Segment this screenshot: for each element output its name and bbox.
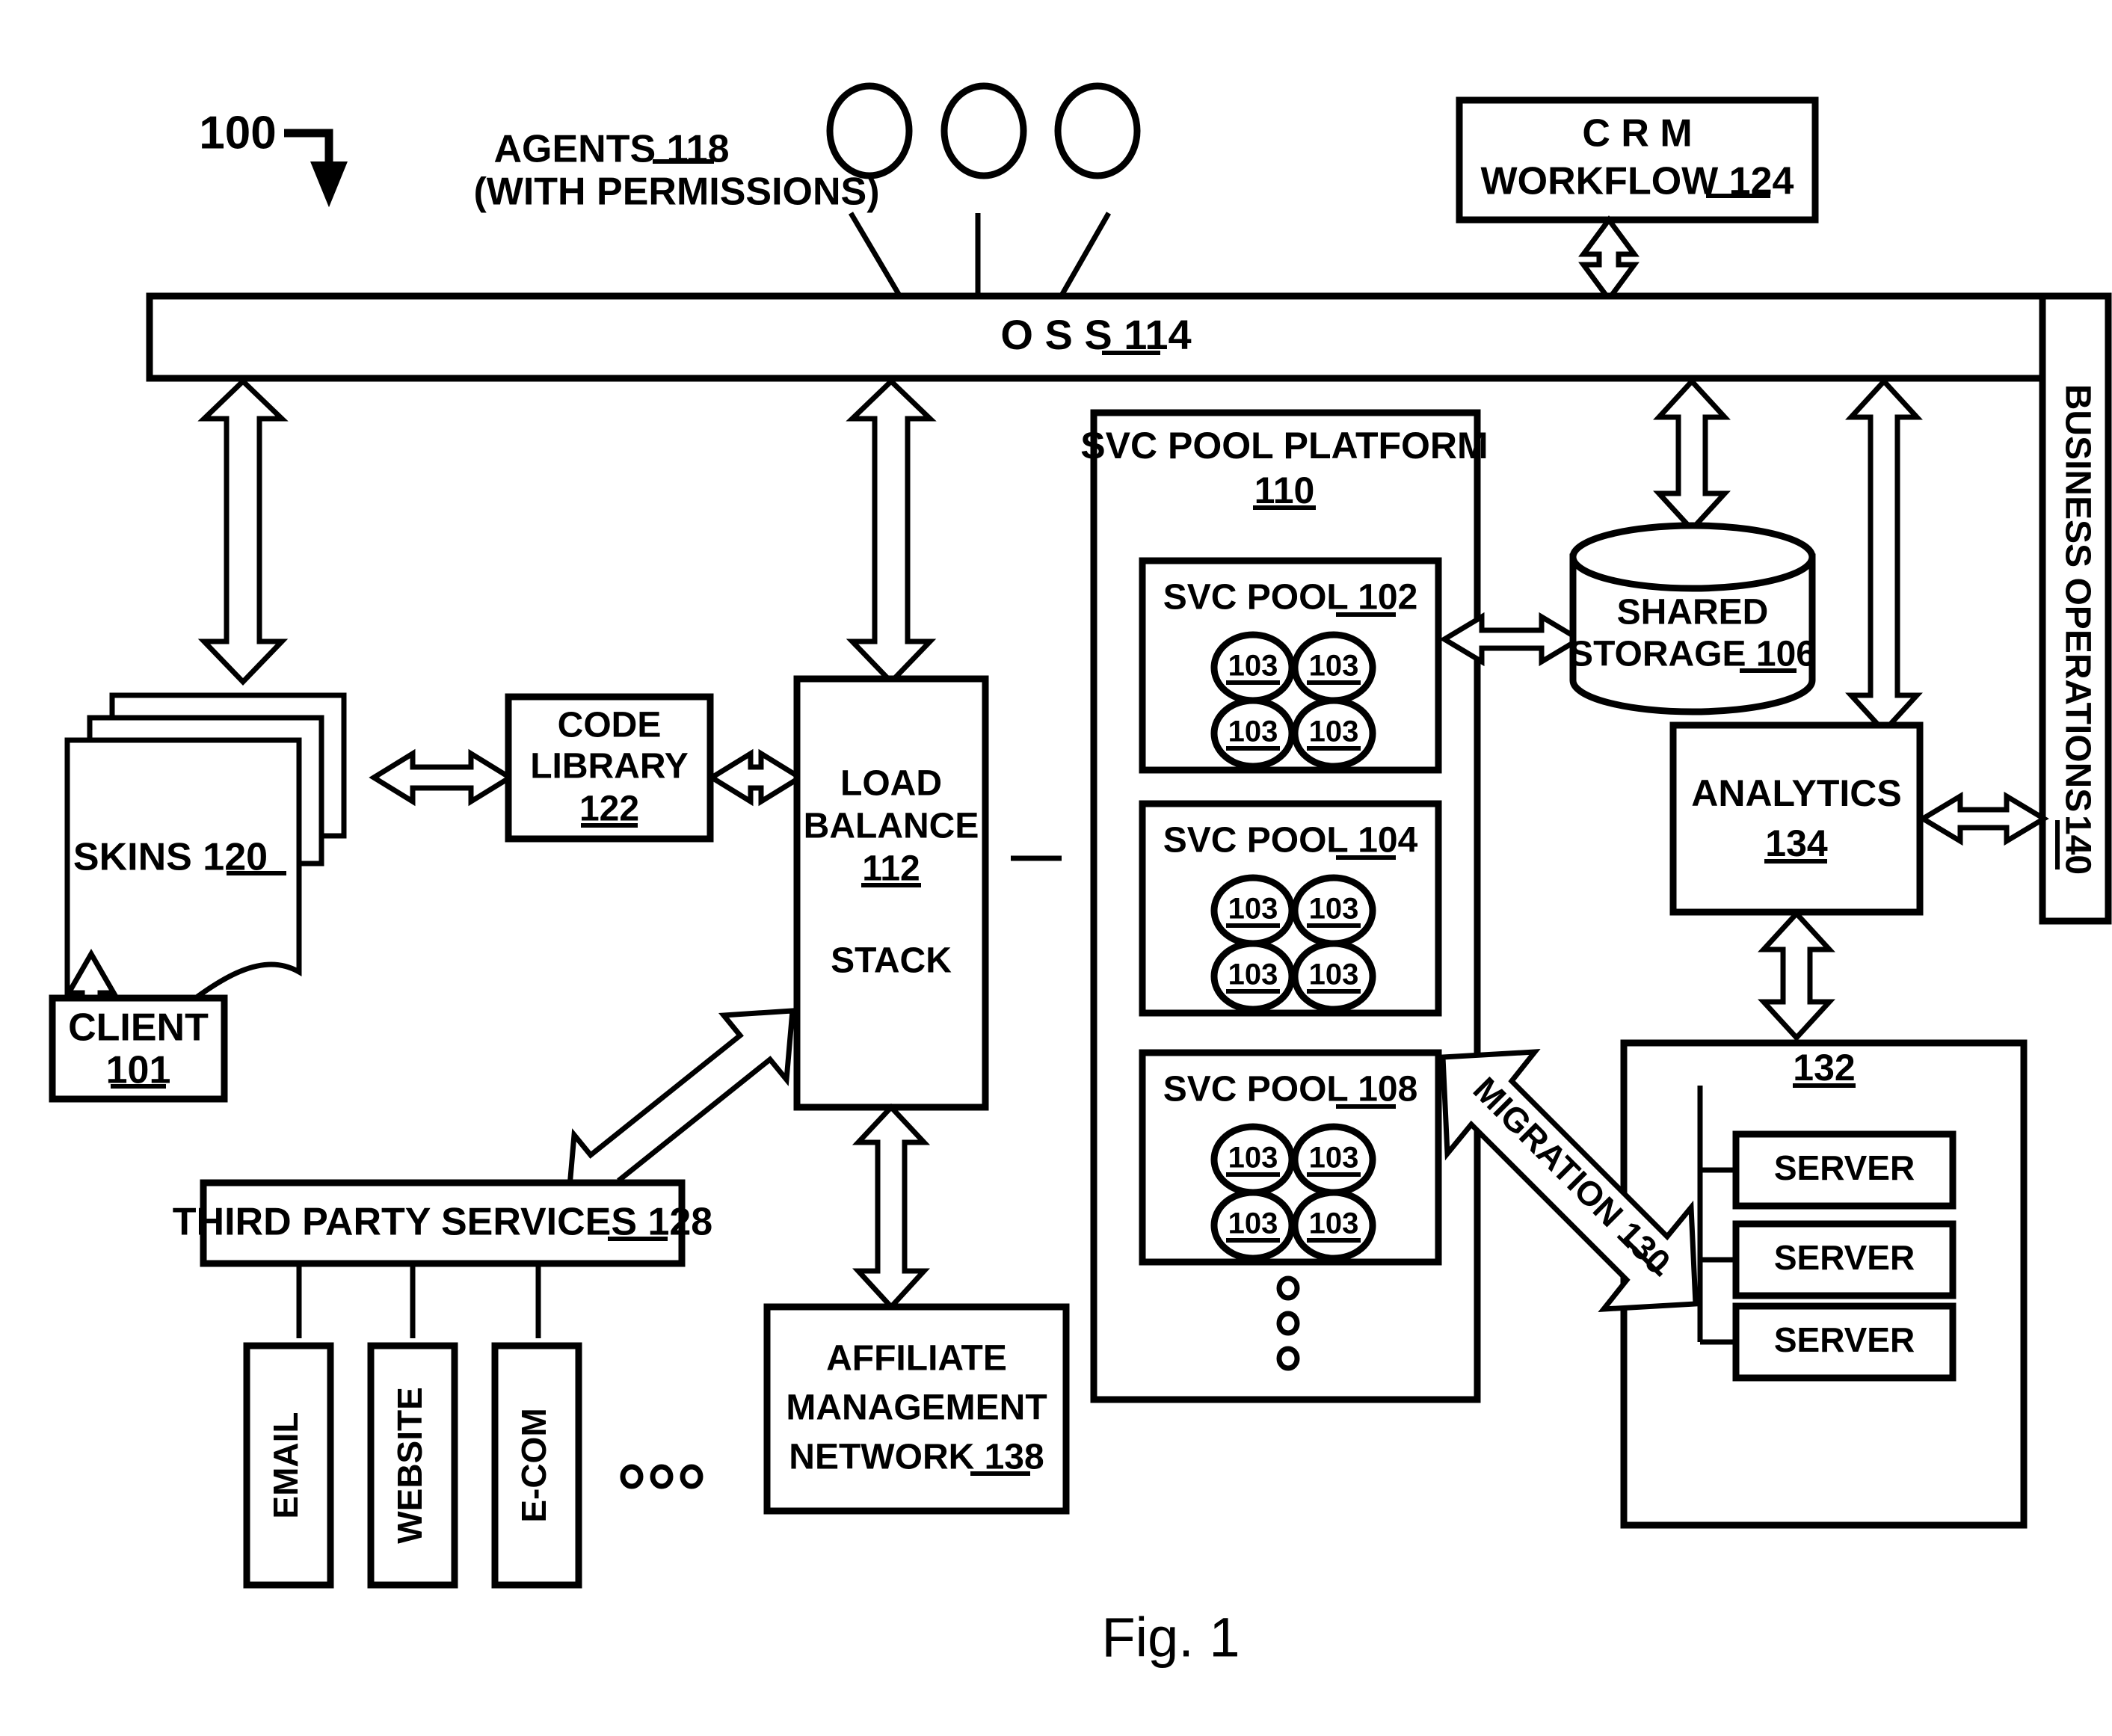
agent-connector (1059, 212, 1112, 297)
svc-pool-platform-line1: SVC POOL PLATFORM (1080, 425, 1488, 467)
server-label: SERVER (1774, 1320, 1915, 1359)
code-library-line1: CODE (558, 706, 662, 745)
server-group-ref: 132 (1793, 1047, 1855, 1089)
shared-storage-cylinder[interactable]: SHARED STORAGE 106 (1569, 522, 1816, 715)
svc-pool-102[interactable]: SVC POOL 102 103 103 103 103 (1139, 557, 1442, 774)
system-ref-label: 100 (199, 107, 276, 158)
svc-pool-108-label: SVC POOL 108 (1163, 1070, 1418, 1109)
codelibrary-loadbalance-arrow (706, 748, 805, 807)
agents-label-group: AGENTS 118 (WITH PERMISSIONS) (473, 128, 879, 214)
analytics-rect[interactable] (1669, 721, 1924, 916)
client-box[interactable]: CLIENT 101 (49, 994, 228, 1103)
skins-codelibrary-arrow (369, 748, 515, 807)
service-ecom-label: E-COM (514, 1408, 553, 1522)
service-email-box[interactable]: EMAIL (243, 1342, 334, 1589)
oss-analytics-arrow (1845, 377, 1923, 736)
service-email-label: EMAIL (266, 1412, 305, 1518)
oss-loadbalance-arrow (846, 378, 937, 686)
load-balance-line1: LOAD (840, 764, 942, 804)
svc-node-label: 103 (1309, 1142, 1359, 1175)
third-party-connectors (296, 1263, 541, 1338)
svc-node-label: 103 (1309, 715, 1359, 748)
oss-label: O S S 114 (1000, 311, 1191, 358)
oss-bar[interactable]: O S S 114 (146, 292, 2046, 382)
svc-pool-102-label: SVC POOL 102 (1163, 578, 1418, 618)
code-library-box[interactable]: CODE LIBRARY 122 (505, 693, 714, 843)
affiliate-line3: NETWORK 138 (789, 1438, 1044, 1477)
svc-node-label: 103 (1228, 893, 1278, 926)
analytics-ref: 134 (1765, 822, 1828, 864)
figure-canvas: 100 AGENTS 118 (WITH PERMISSIONS) C R M … (0, 0, 2112, 1736)
svc-pool-ellipsis (1276, 1275, 1300, 1371)
agent-icon[interactable] (826, 82, 913, 179)
shared-storage-line1: SHARED (1617, 593, 1769, 632)
agent-icon[interactable] (1054, 82, 1141, 179)
crm-oss-arrow (1578, 215, 1640, 304)
svc-pool-104[interactable]: SVC POOL 104 103 103 103 103 (1139, 800, 1442, 1017)
load-balance-line4: STACK (831, 941, 952, 981)
third-party-services-box[interactable]: THIRD PARTY SERVICES 128 (173, 1179, 712, 1267)
agents-label-line1: AGENTS 118 (493, 128, 729, 171)
shared-storage-line2: STORAGE 106 (1569, 635, 1816, 674)
load-balance-ref: 112 (862, 849, 920, 889)
business-operations-label: BUSINESS OPERATIONS (2057, 384, 2097, 813)
loadbalance-affiliate-arrow (852, 1103, 931, 1311)
svc-pool-platform-ref: 110 (1254, 470, 1315, 511)
analytics-servergroup-arrow (1758, 909, 1835, 1042)
analytics-line1: ANALYTICS (1691, 772, 1902, 814)
crm-workflow-box[interactable]: C R M WORKFLOW 124 (1456, 96, 1819, 224)
thirdparty-loadbalance-arrow (565, 1008, 795, 1207)
business-operations-box[interactable]: BUSINESS OPERATIONS 140 (2039, 292, 2112, 925)
affiliate-line1: AFFILIATE (826, 1339, 1007, 1379)
client-label: CLIENT (68, 1006, 209, 1050)
affiliate-line2: MANAGEMENT (786, 1388, 1047, 1428)
shared-storage-top (1569, 522, 1816, 592)
third-party-ellipsis (620, 1464, 704, 1489)
system-diagram: 100 AGENTS 118 (WITH PERMISSIONS) C R M … (49, 82, 2112, 1669)
svc-node-label: 103 (1228, 715, 1278, 748)
svc-node-label: 103 (1309, 893, 1359, 926)
agent-icon[interactable] (940, 82, 1027, 179)
service-website-box[interactable]: WEBSITE (367, 1342, 458, 1589)
svc-pool-104-label: SVC POOL 104 (1163, 821, 1418, 861)
affiliate-network-box[interactable]: AFFILIATE MANAGEMENT NETWORK 138 (763, 1303, 1070, 1515)
service-ecom-box[interactable]: E-COM (491, 1342, 582, 1589)
figure-caption: Fig. 1 (1101, 1607, 1240, 1669)
svc-node-label: 103 (1228, 1142, 1278, 1175)
business-operations-ref: 140 (2057, 815, 2097, 875)
analytics-businessops-arrow (1918, 791, 2049, 846)
svc-node-label: 103 (1309, 650, 1359, 683)
server-label: SERVER (1774, 1238, 1915, 1277)
svc-node-label: 103 (1309, 958, 1359, 991)
oss-skins-arrow (197, 378, 289, 686)
server-label: SERVER (1774, 1148, 1915, 1187)
code-library-line2: LIBRARY (530, 747, 689, 787)
service-website-label: WEBSITE (390, 1387, 429, 1544)
load-balance-box[interactable]: LOAD BALANCE 112 STACK (793, 675, 1062, 1111)
svc-pool-108[interactable]: SVC POOL 108 103 103 103 103 (1139, 1049, 1442, 1266)
system-ref-leader: 100 (199, 107, 348, 208)
code-library-ref: 122 (579, 789, 639, 829)
oss-storage-arrow (1653, 377, 1731, 534)
load-balance-rect[interactable] (793, 675, 989, 1111)
analytics-box[interactable]: ANALYTICS 134 (1669, 721, 1924, 916)
svc-node-label: 103 (1228, 1207, 1278, 1240)
svc-node-label: 103 (1228, 650, 1278, 683)
agent-connector (848, 212, 902, 297)
agents-label-line2: (WITH PERMISSIONS) (473, 170, 879, 214)
svc-node-label: 103 (1309, 1207, 1359, 1240)
load-balance-line2: BALANCE (804, 807, 979, 846)
crm-workflow-line1: C R M (1582, 112, 1692, 156)
svc-node-label: 103 (1228, 958, 1278, 991)
